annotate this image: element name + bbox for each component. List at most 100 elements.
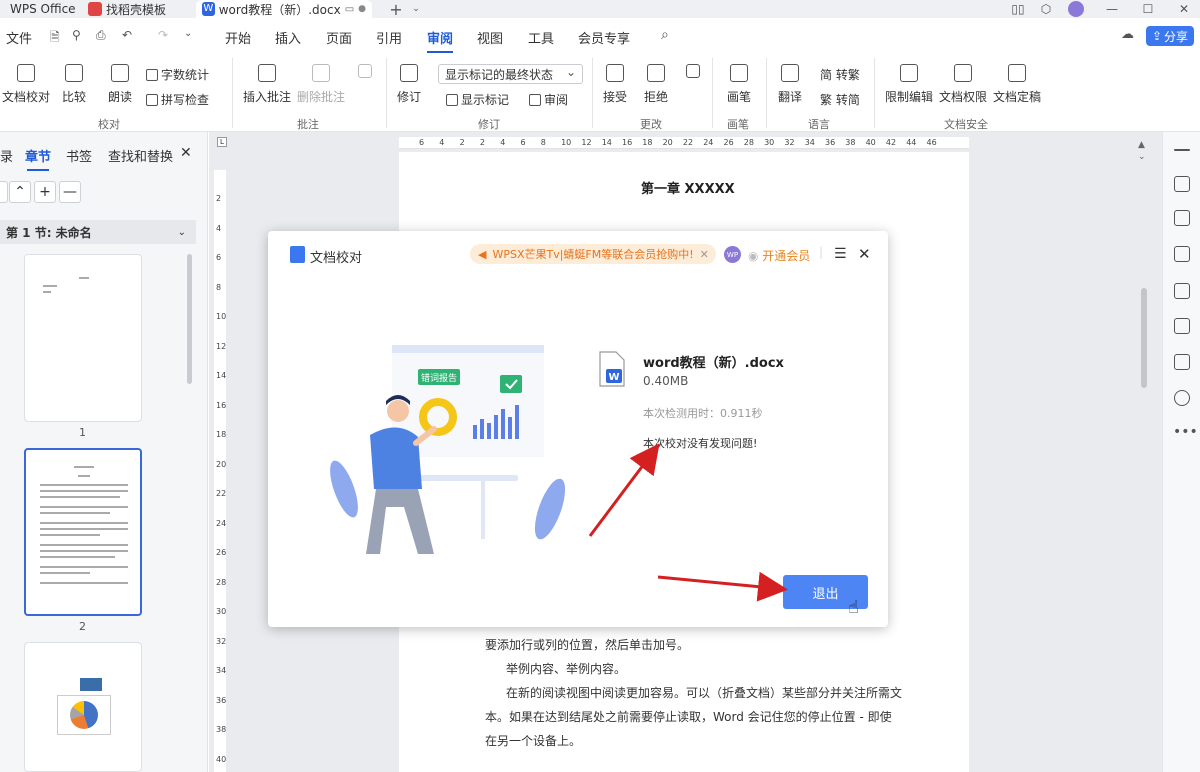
scroll-up-icon[interactable]: ▲ [1138, 140, 1145, 150]
close-icon[interactable]: ✕ [1172, 0, 1196, 18]
add-section-button[interactable]: + [34, 181, 56, 203]
tab-find-replace[interactable]: 查找和替换 [108, 146, 173, 165]
group-language-label: 语言 [808, 118, 830, 131]
page-thumbnail-3[interactable] [24, 642, 142, 772]
review-pane-button[interactable]: 审阅 [529, 91, 568, 108]
minimize-panel-icon[interactable] [1174, 149, 1190, 151]
tab-toc[interactable]: 录 [0, 146, 13, 165]
redo-icon[interactable]: ↷ [158, 28, 168, 42]
tab-template[interactable]: 找稻壳模板 [82, 0, 188, 18]
cloud-icon[interactable]: ☁ [1121, 27, 1134, 42]
layout-icon[interactable]: ▯▯ [1006, 0, 1030, 18]
tab-stop-icon[interactable]: L [217, 137, 227, 147]
print-preview-icon[interactable]: ⎙ [96, 28, 106, 43]
word-count-button[interactable]: 字数统计 [146, 66, 209, 83]
prev-comment-button[interactable] [358, 64, 372, 84]
tab-wps-office[interactable]: WPS Office [0, 0, 78, 18]
menu-member[interactable]: 会员专享 [578, 28, 630, 47]
share-button[interactable]: ⇪ 分享 [1146, 26, 1194, 46]
promo-close-icon[interactable]: ✕ [700, 248, 709, 261]
menu-tools[interactable]: 工具 [528, 28, 554, 47]
spell-check-button[interactable]: 拼写检查 [146, 91, 209, 108]
ruler-tick: 4 [216, 223, 222, 233]
insert-comment-button[interactable]: 插入批注 [243, 64, 291, 105]
menu-insert[interactable]: 插入 [275, 28, 301, 47]
tab-bookmark[interactable]: 书签 [66, 146, 92, 165]
show-marks-button[interactable]: 显示标记 [446, 91, 509, 108]
pen-button[interactable]: 画笔 [727, 64, 751, 105]
monitor-icon: ▭ [344, 3, 355, 15]
panel-scrollbar[interactable] [187, 254, 192, 384]
scroll-menu-icon[interactable]: ⌄ [1138, 152, 1146, 162]
translate-button[interactable]: 翻译 [778, 64, 802, 105]
horizontal-ruler[interactable]: 6 4 2 2 4 6 8 10 12 14 16 18 20 22 24 26 28 30 32 34 36 38 40 4… [399, 137, 969, 149]
restrict-edit-button[interactable]: 限制编辑 [885, 64, 933, 105]
menu-view[interactable]: 视图 [477, 28, 503, 47]
dialog-close-icon[interactable]: ✕ [858, 245, 871, 263]
wps-window: WPS Office 找稻壳模板 W word教程（新）.docx ▭ ● + … [0, 0, 1200, 772]
menu-page[interactable]: 页面 [326, 28, 352, 47]
section-item[interactable]: 第 1 节: 未命名 ⌄ [0, 220, 196, 244]
ruler-tick: 40 [216, 754, 227, 764]
collapse-button[interactable] [0, 181, 8, 203]
simp-to-trad-label: 简 转繁 [820, 68, 860, 82]
image-tool-icon[interactable] [1174, 283, 1190, 299]
trad-to-simp-button[interactable]: 繁 转简 [820, 91, 860, 108]
menu-review[interactable]: 审阅 [427, 28, 454, 53]
save-icon[interactable]: 🗎 [50, 28, 60, 49]
menu-start[interactable]: 开始 [225, 28, 251, 47]
search-icon[interactable]: ⌕ [661, 27, 669, 43]
accept-button[interactable]: 接受 [603, 64, 627, 105]
promo-banner[interactable]: ◀ WPSX芒果Tv|蜻蜓FM等联合会员抢购中! ✕ [470, 244, 716, 264]
doc-rights-button[interactable]: 文档权限 [939, 64, 987, 105]
page-thumbnail-2[interactable] [24, 448, 142, 616]
thumb-line [43, 291, 51, 293]
word-doc-icon: W [202, 2, 215, 16]
adjust-icon[interactable] [1174, 246, 1190, 262]
ruler-tick: 26 [216, 548, 227, 557]
help-icon[interactable] [1174, 390, 1190, 406]
dialog-menu-icon[interactable]: ☰ [834, 246, 847, 262]
finalize-button[interactable]: 文档定稿 [993, 64, 1041, 105]
display-mode-select[interactable]: 显示标记的最终状态 [438, 64, 583, 84]
more-chevron-icon[interactable]: ⌄ [184, 28, 192, 39]
simp-to-trad-button[interactable]: 简 转繁 [820, 66, 860, 83]
document-scrollbar[interactable] [1141, 288, 1147, 388]
dialog-avatar[interactable]: WP [724, 246, 741, 263]
chevron-down-icon[interactable]: ⌄ [404, 0, 428, 18]
prev-change-button[interactable] [686, 64, 700, 84]
remove-section-button[interactable]: — [59, 181, 81, 203]
cube-icon[interactable]: ⬡ [1034, 0, 1058, 18]
vip-link[interactable]: ◉ 开通会员 [748, 247, 810, 264]
menu-reference[interactable]: 引用 [376, 28, 402, 47]
page-thumbnail-1[interactable] [24, 254, 142, 422]
board-top [392, 345, 544, 353]
maximize-icon[interactable]: ☐ [1136, 0, 1160, 18]
tab-document[interactable]: W word教程（新）.docx ▭ ● [196, 0, 372, 18]
undo-icon[interactable]: ↶ [122, 28, 132, 42]
select-cursor-icon[interactable] [1174, 210, 1190, 226]
tab-chapter[interactable]: 章节 [25, 146, 51, 171]
report-tag-label: 错词报告 [421, 372, 457, 384]
read-aloud-button[interactable]: 朗读 [108, 64, 132, 105]
insert-comment-label: 插入批注 [243, 90, 292, 104]
chevron-up-icon[interactable]: ⌃ [9, 181, 31, 203]
minimize-icon[interactable]: — [1100, 0, 1124, 18]
doc-check-button[interactable]: 文档校对 [2, 64, 50, 105]
pen-tool-icon[interactable] [1174, 176, 1190, 192]
vertical-ruler[interactable]: 2 4 6 8 10 12 14 16 18 20 22 24 26 28 30 32 34 36 38 40 [214, 170, 226, 772]
book-icon[interactable] [1174, 354, 1190, 370]
user-avatar[interactable] [1064, 0, 1088, 18]
more-icon[interactable]: ••• [1173, 424, 1198, 440]
dialog-divider: | [819, 245, 824, 259]
track-changes-button[interactable]: 修订 [397, 64, 421, 105]
share-link-icon[interactable]: ⚲ [72, 28, 81, 42]
panel-close-icon[interactable]: ✕ [180, 145, 192, 161]
thumb-line [43, 285, 57, 287]
tools-icon[interactable] [1174, 318, 1190, 334]
ribbon-divider [766, 58, 767, 128]
delete-comment-button[interactable]: 删除批注 [297, 64, 345, 105]
reject-button[interactable]: 拒绝 [644, 64, 668, 105]
menu-file[interactable]: 文件 [6, 28, 32, 47]
compare-button[interactable]: 比较 [62, 64, 86, 105]
